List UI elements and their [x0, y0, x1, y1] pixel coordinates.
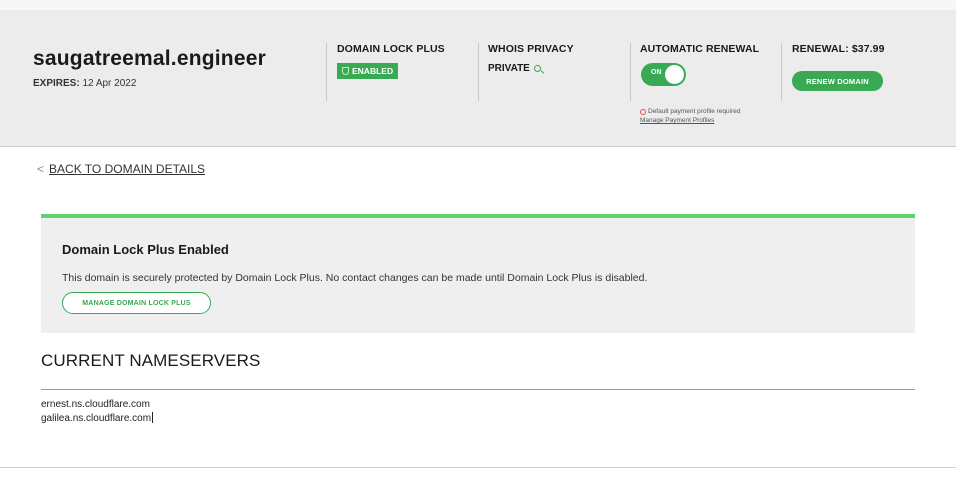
nameservers-list[interactable]: ernest.ns.cloudflare.com galilea.ns.clou…	[41, 398, 154, 426]
expires-info: EXPIRES: 12 Apr 2022	[33, 78, 136, 89]
divider	[326, 43, 327, 101]
notice-text: This domain is securely protected by Dom…	[62, 272, 648, 284]
expires-value: 12 Apr 2022	[82, 78, 137, 89]
nameserver-item[interactable]: galilea.ns.cloudflare.com	[41, 413, 151, 424]
lock-notice-panel: Domain Lock Plus Enabled This domain is …	[41, 214, 915, 333]
renewal-title: AUTOMATIC RENEWAL	[640, 43, 760, 55]
renewal-price: RENEWAL: $37.99	[792, 43, 885, 55]
nameserver-item[interactable]: ernest.ns.cloudflare.com	[41, 398, 153, 412]
nameservers-title: CURRENT NAMESERVERS	[41, 351, 261, 370]
divider	[781, 43, 782, 101]
nameserver-item-with-caret[interactable]: galilea.ns.cloudflare.com	[41, 412, 154, 426]
renew-domain-button[interactable]: RENEW DOMAIN	[792, 71, 883, 91]
manage-domain-lock-button[interactable]: MANAGE DOMAIN LOCK PLUS	[62, 292, 211, 314]
lock-status-badge: ENABLED	[337, 63, 399, 79]
toggle-knob	[665, 65, 684, 84]
toggle-label: ON	[651, 69, 662, 76]
payment-note-text: Default payment profile required	[648, 108, 741, 115]
whois-value: PRIVATE	[488, 63, 541, 74]
text-caret	[152, 412, 154, 423]
payment-note: Default payment profile required	[640, 108, 741, 115]
nameservers-divider	[41, 389, 915, 390]
auto-renew-toggle[interactable]: ON	[641, 63, 686, 86]
back-link[interactable]: < BACK TO DOMAIN DETAILS	[37, 162, 205, 176]
lock-status-label: ENABLED	[352, 66, 394, 76]
divider	[478, 43, 479, 101]
top-strip	[0, 0, 956, 10]
divider	[630, 43, 631, 101]
lock-title: DOMAIN LOCK PLUS	[337, 43, 445, 55]
manage-payment-profiles-link[interactable]: Manage Payment Profiles	[640, 117, 714, 124]
search-icon[interactable]	[533, 65, 541, 72]
whois-title: WHOIS PRIVACY	[488, 43, 574, 55]
domain-header: saugatreemal.engineer EXPIRES: 12 Apr 20…	[0, 10, 956, 147]
expires-label: EXPIRES:	[33, 78, 80, 89]
chevron-left-icon: <	[37, 162, 45, 176]
bottom-divider	[0, 467, 956, 468]
shield-icon	[342, 67, 349, 75]
back-link-label[interactable]: BACK TO DOMAIN DETAILS	[49, 162, 205, 176]
whois-value-text: PRIVATE	[488, 63, 530, 74]
domain-name: saugatreemal.engineer	[33, 47, 266, 70]
notice-title: Domain Lock Plus Enabled	[62, 242, 229, 257]
warning-icon	[640, 108, 646, 115]
